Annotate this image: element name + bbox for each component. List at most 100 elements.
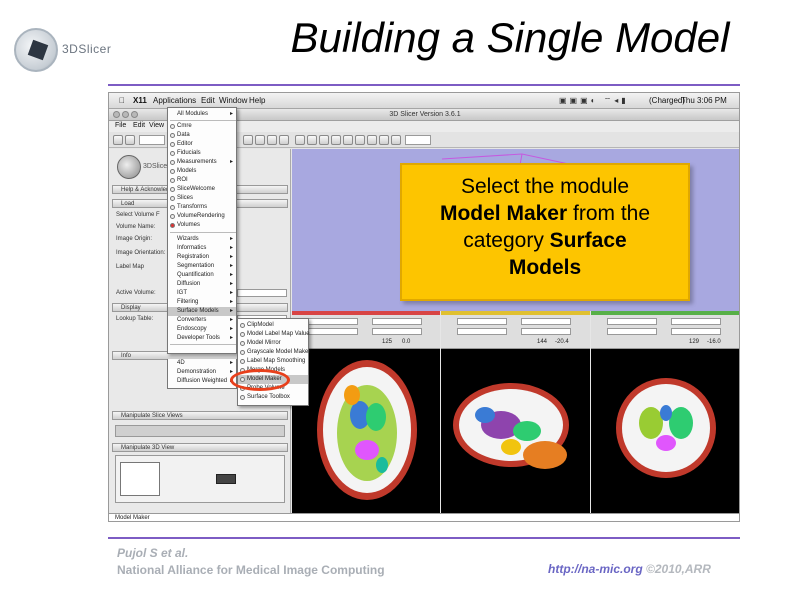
footer-link: http://na-mic.org ©2010,ARR — [548, 562, 711, 576]
menu-item-cmre[interactable]: Cmre — [168, 122, 236, 131]
slice-view-red[interactable]: 125 0.0 — [292, 311, 440, 521]
menubar-applications[interactable]: Applications — [153, 96, 196, 105]
layout-button[interactable] — [295, 135, 305, 145]
callout-module-name: Model Maker — [439, 202, 568, 225]
slice-label-select[interactable] — [308, 328, 358, 335]
layout-button[interactable] — [319, 135, 329, 145]
menu-item-slices[interactable]: Slices — [168, 194, 236, 203]
slice-orientation-select[interactable] — [671, 328, 721, 335]
menubar-window[interactable]: Window — [219, 96, 247, 105]
slicer-screenshot:  X11 Applications Edit Window Help ▣▣▣◐… — [108, 92, 740, 522]
slice-fg-select[interactable] — [308, 318, 358, 325]
slice-view-yellow[interactable]: 144 -20.4 — [441, 311, 590, 521]
menu-item-converters[interactable]: Converters ▸ — [168, 316, 236, 325]
layout-button[interactable] — [331, 135, 341, 145]
menu-view[interactable]: View — [149, 122, 164, 129]
axial-brain-image — [317, 360, 417, 500]
slice-orientation-select[interactable] — [372, 328, 422, 335]
menu-item-grayscale-model-maker[interactable]: Grayscale Model Maker — [238, 348, 310, 357]
menu-item-endoscopy[interactable]: Endoscopy ▸ — [168, 325, 236, 334]
menubar-help[interactable]: Help — [249, 96, 265, 105]
slice-view-controls[interactable] — [115, 425, 285, 437]
menu-item-surface-models[interactable]: Surface Models ▸ — [168, 307, 236, 316]
module-category-menu: All Modules ▸ Cmre Data Editor Fiducials … — [167, 107, 237, 354]
slice-label-select[interactable] — [607, 328, 657, 335]
footer-author: Pujol S et al. — [117, 546, 189, 560]
menu-item-volumes[interactable]: Volumes — [168, 221, 236, 230]
menu-item-measurements[interactable]: Measurements ▸ — [168, 158, 236, 167]
menu-item-segmentation[interactable]: Segmentation ▸ — [168, 262, 236, 271]
menu-file[interactable]: File — [115, 122, 126, 129]
toolbar-button[interactable] — [243, 135, 253, 145]
layout-button[interactable] — [367, 135, 377, 145]
slice-label-select[interactable] — [457, 328, 507, 335]
menu-item-registration[interactable]: Registration ▸ — [168, 253, 236, 262]
menu-item-wizards[interactable]: Wizards ▸ — [168, 235, 236, 244]
slice-fg-select[interactable] — [607, 318, 657, 325]
3d-view-thumbnail[interactable] — [216, 474, 236, 484]
slicer-logo-text: 3DSlicer — [143, 163, 170, 170]
menu-separator — [170, 232, 236, 233]
menu-item-diffusion-weighted[interactable]: Diffusion Weighted ▸ — [168, 377, 236, 386]
menu-item-diffusion[interactable]: Diffusion ▸ — [168, 280, 236, 289]
slice-bg-select[interactable] — [671, 318, 721, 325]
menu-item-quantification[interactable]: Quantification ▸ — [168, 271, 236, 280]
model-maker-highlight-circle — [230, 369, 290, 391]
layout-button[interactable] — [379, 135, 389, 145]
menu-item-editor[interactable]: Editor — [168, 140, 236, 149]
menu-item-roi[interactable]: ROI — [168, 176, 236, 185]
3dslicer-logo: 3DSlicer — [8, 18, 128, 78]
menu-item-models[interactable]: Models — [168, 167, 236, 176]
menubar-edit[interactable]: Edit — [201, 96, 215, 105]
menu-item-label-map-smoothing[interactable]: Label Map Smoothing — [238, 357, 308, 366]
menu-item-model-mirror[interactable]: Model Mirror — [238, 339, 308, 348]
menu-item-surface-toolbox[interactable]: Surface Toolbox — [238, 393, 308, 402]
menu-item-data[interactable]: Data — [168, 131, 236, 140]
menu-item-informatics[interactable]: Informatics ▸ — [168, 244, 236, 253]
slice-bg-select[interactable] — [372, 318, 422, 325]
menu-item-4d[interactable]: 4D ▸ — [168, 359, 236, 368]
layout-button[interactable] — [307, 135, 317, 145]
menu-item-clipmodel[interactable]: ClipModel — [238, 321, 308, 330]
slice-view-green[interactable]: 129 -16.0 — [591, 311, 739, 521]
toolbar-button[interactable] — [255, 135, 265, 145]
menu-item-volumerendering[interactable]: VolumeRendering — [168, 212, 236, 221]
layout-field[interactable] — [405, 135, 431, 145]
callout-line-2: Model Maker from the — [402, 200, 688, 227]
toolbar-button[interactable] — [113, 135, 123, 145]
apple-icon[interactable]:  — [119, 96, 125, 105]
footer-url[interactable]: http://na-mic.org — [548, 562, 643, 576]
module-search-field[interactable] — [139, 135, 165, 145]
manipulate-slice-views-header[interactable]: Manipulate Slice Views — [112, 411, 288, 420]
view-navigator[interactable] — [120, 462, 160, 496]
menu-item-model-label-map-value[interactable]: Model Label Map Value — [238, 330, 310, 339]
slice-orientation-select[interactable] — [521, 328, 571, 335]
3d-view-controls[interactable] — [115, 455, 285, 503]
slice-index: 129 — [689, 339, 700, 345]
layout-button[interactable] — [343, 135, 353, 145]
toolbar-button[interactable] — [279, 135, 289, 145]
menu-item-transforms[interactable]: Transforms — [168, 203, 236, 212]
manipulate-3d-view-header[interactable]: Manipulate 3D View — [112, 443, 288, 452]
slice-fg-select[interactable] — [457, 318, 507, 325]
status-icons: ▣▣▣◐ ⌔◂▮ — [559, 96, 629, 105]
menu-item-all-modules[interactable]: All Modules ▸ — [168, 110, 236, 119]
menu-item-demonstration[interactable]: Demonstration ▸ — [168, 368, 236, 377]
layout-button[interactable] — [391, 135, 401, 145]
callout-line-2-rest: from the — [567, 202, 651, 225]
toolbar-button[interactable] — [267, 135, 277, 145]
menu-item-igt[interactable]: IGT ▸ — [168, 289, 236, 298]
menu-item-developer-tools[interactable]: Developer Tools ▸ — [168, 334, 236, 343]
layout-button[interactable] — [355, 135, 365, 145]
active-volume-select[interactable] — [237, 289, 287, 297]
callout-category-part2: Models — [508, 256, 582, 279]
status-module-bar: Model Maker — [109, 513, 739, 521]
slice-controls: 129 -16.0 — [591, 315, 739, 349]
menu-item-filtering[interactable]: Filtering ▸ — [168, 298, 236, 307]
slice-bg-select[interactable] — [521, 318, 571, 325]
menu-item-slicewelcome[interactable]: SliceWelcome — [168, 185, 236, 194]
menu-edit[interactable]: Edit — [133, 122, 145, 129]
toolbar-button[interactable] — [125, 135, 135, 145]
menu-item-fiducials[interactable]: Fiducials — [168, 149, 236, 158]
menubar-app[interactable]: X11 — [133, 96, 147, 105]
